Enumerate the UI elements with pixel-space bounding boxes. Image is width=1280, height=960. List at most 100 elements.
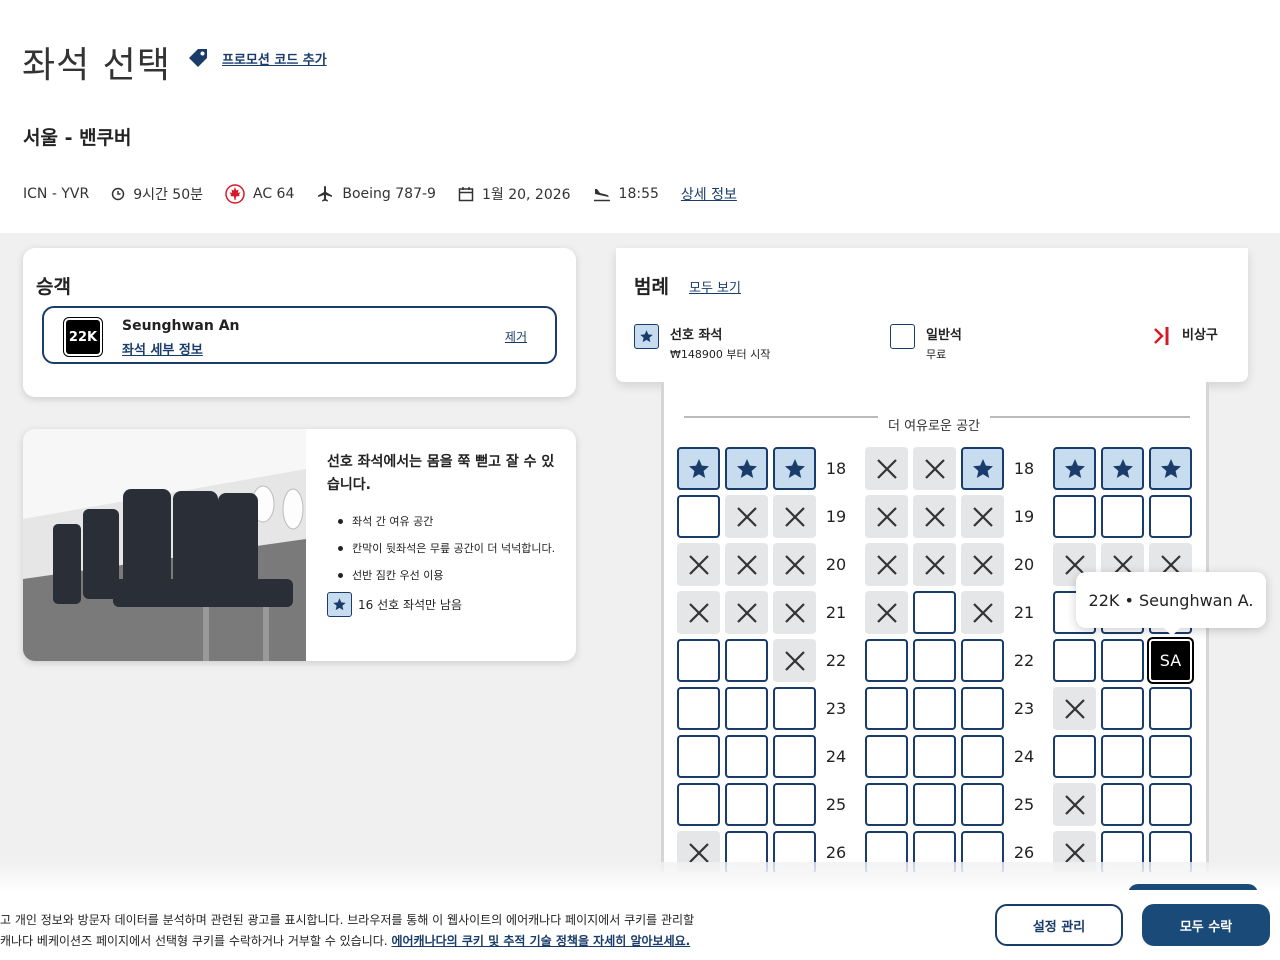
available-seat[interactable] (1149, 783, 1192, 826)
available-seat[interactable] (1149, 495, 1192, 538)
available-seat[interactable] (961, 735, 1004, 778)
seat-details-link[interactable]: 좌석 세부 정보 (122, 339, 203, 358)
available-seat[interactable] (1101, 639, 1144, 682)
available-seat[interactable] (725, 687, 768, 730)
available-seat[interactable] (677, 783, 720, 826)
available-seat[interactable] (773, 783, 816, 826)
available-seat[interactable] (677, 687, 720, 730)
available-seat[interactable] (725, 639, 768, 682)
row-number: 21 (1013, 603, 1035, 622)
available-seat[interactable] (677, 495, 720, 538)
legend-preferred-label: 선호 좌석 (670, 328, 723, 343)
available-seat[interactable] (865, 639, 908, 682)
row-number: 18 (1013, 459, 1035, 478)
available-seat[interactable] (677, 735, 720, 778)
aircraft-text: Boeing 787-9 (342, 186, 436, 202)
available-seat[interactable] (1053, 639, 1096, 682)
preferred-seat-star-icon (634, 324, 659, 349)
preferred-seat[interactable] (1053, 447, 1096, 490)
preferred-info-text: 선호 좌석에서는 몸을 쭉 뻗고 잘 수 있습니다. 좌석 간 여유 공간 칸막… (327, 451, 563, 617)
available-seat[interactable] (1101, 687, 1144, 730)
preferred-seat[interactable] (1149, 447, 1192, 490)
preferred-seat[interactable] (725, 447, 768, 490)
occupied-seat (913, 495, 956, 538)
available-seat[interactable] (677, 639, 720, 682)
occupied-seat (773, 495, 816, 538)
landing-icon (593, 189, 610, 202)
tag-icon (189, 49, 207, 67)
passenger-item[interactable]: 22K Seunghwan An 좌석 세부 정보 제거 (42, 306, 557, 364)
occupied-seat (913, 543, 956, 586)
occupied-seat (865, 591, 908, 634)
occupied-seat (677, 543, 720, 586)
occupied-seat (865, 543, 908, 586)
benefit-item: 좌석 간 여유 공간 (327, 513, 563, 530)
remove-seat-link[interactable]: 제거 (505, 328, 527, 345)
available-seat[interactable] (865, 735, 908, 778)
available-seat[interactable] (773, 735, 816, 778)
manage-settings-button[interactable]: 설정 관리 (995, 904, 1123, 946)
available-seat[interactable] (913, 639, 956, 682)
airplane-icon (318, 186, 333, 202)
row-number: 19 (1013, 507, 1035, 526)
available-seat[interactable] (1053, 735, 1096, 778)
flight-details-link[interactable]: 상세 정보 (681, 184, 737, 204)
legend-regular-label: 일반석 (926, 328, 962, 343)
occupied-seat (773, 639, 816, 682)
cookie-line-2: 캐나다 베케이션즈 페이지에서 선택형 쿠키를 수락하거나 거부할 수 있습니다… (0, 931, 694, 952)
cookie-banner: 고 개인 정보와 방문자 데이터를 분석하며 관련된 광고를 표시합니다. 브라… (0, 890, 1280, 960)
available-seat[interactable] (913, 735, 956, 778)
see-all-link[interactable]: 모두 보기 (689, 277, 741, 296)
occupied-seat (1053, 687, 1096, 730)
row-number: 24 (1013, 747, 1035, 766)
preferred-seat-star-icon (327, 592, 352, 617)
page-header: 좌석 선택 프로모션 코드 추가 서울 - 밴쿠버 ICN - YVR 9시간 … (0, 0, 1280, 233)
available-seat[interactable] (725, 783, 768, 826)
preferred-seat[interactable] (773, 447, 816, 490)
occupied-seat (913, 447, 956, 490)
row-number: 26 (1013, 843, 1035, 862)
passenger-heading: 승객 (36, 276, 71, 298)
row-number: 19 (825, 507, 847, 526)
occupied-seat (865, 495, 908, 538)
accept-all-button[interactable]: 모두 수락 (1142, 904, 1270, 946)
passenger-card: 승객 22K Seunghwan An 좌석 세부 정보 제거 (23, 248, 576, 397)
available-seat[interactable] (1101, 735, 1144, 778)
preferred-seat[interactable] (677, 447, 720, 490)
preferred-seat[interactable] (961, 447, 1004, 490)
flight-info-bar: ICN - YVR 9시간 50분 AC 64 Boeing 787-9 1월 … (23, 184, 737, 204)
legend-exit: 비상구 (1152, 324, 1218, 348)
available-seat[interactable] (961, 687, 1004, 730)
available-seat[interactable] (865, 687, 908, 730)
date-text: 1월 20, 2026 (481, 187, 571, 203)
row-number: 23 (825, 699, 847, 718)
row-number: 26 (825, 843, 847, 862)
cookie-policy-link[interactable]: 에어캐나다의 쿠키 및 추적 기술 정책을 자세히 알아보세요. (391, 934, 690, 948)
available-seat[interactable] (1101, 783, 1144, 826)
available-seat[interactable] (773, 687, 816, 730)
airports-text: ICN - YVR (23, 186, 90, 202)
available-seat[interactable] (1149, 735, 1192, 778)
available-seat[interactable] (1101, 495, 1144, 538)
available-seat[interactable] (1053, 495, 1096, 538)
row-number: 25 (1013, 795, 1035, 814)
section-label: 더 여유로운 공간 (878, 415, 990, 434)
available-seat[interactable] (865, 783, 908, 826)
passenger-seat-badge: 22K (66, 320, 100, 354)
occupied-seat (773, 591, 816, 634)
available-seat[interactable] (725, 735, 768, 778)
route-title: 서울 - 밴쿠버 (23, 127, 132, 149)
available-seat[interactable] (913, 783, 956, 826)
selected-seat[interactable]: SA (1149, 639, 1192, 682)
legend-regular-price: 무료 (926, 348, 947, 361)
row-number: 21 (825, 603, 847, 622)
promo-code-link[interactable]: 프로모션 코드 추가 (222, 49, 327, 68)
available-seat[interactable] (913, 591, 956, 634)
available-seat[interactable] (913, 687, 956, 730)
available-seat[interactable] (961, 639, 1004, 682)
available-seat[interactable] (961, 783, 1004, 826)
row-number: 24 (825, 747, 847, 766)
preferred-seat[interactable] (1101, 447, 1144, 490)
passenger-name: Seunghwan An (122, 318, 240, 334)
available-seat[interactable] (1149, 687, 1192, 730)
